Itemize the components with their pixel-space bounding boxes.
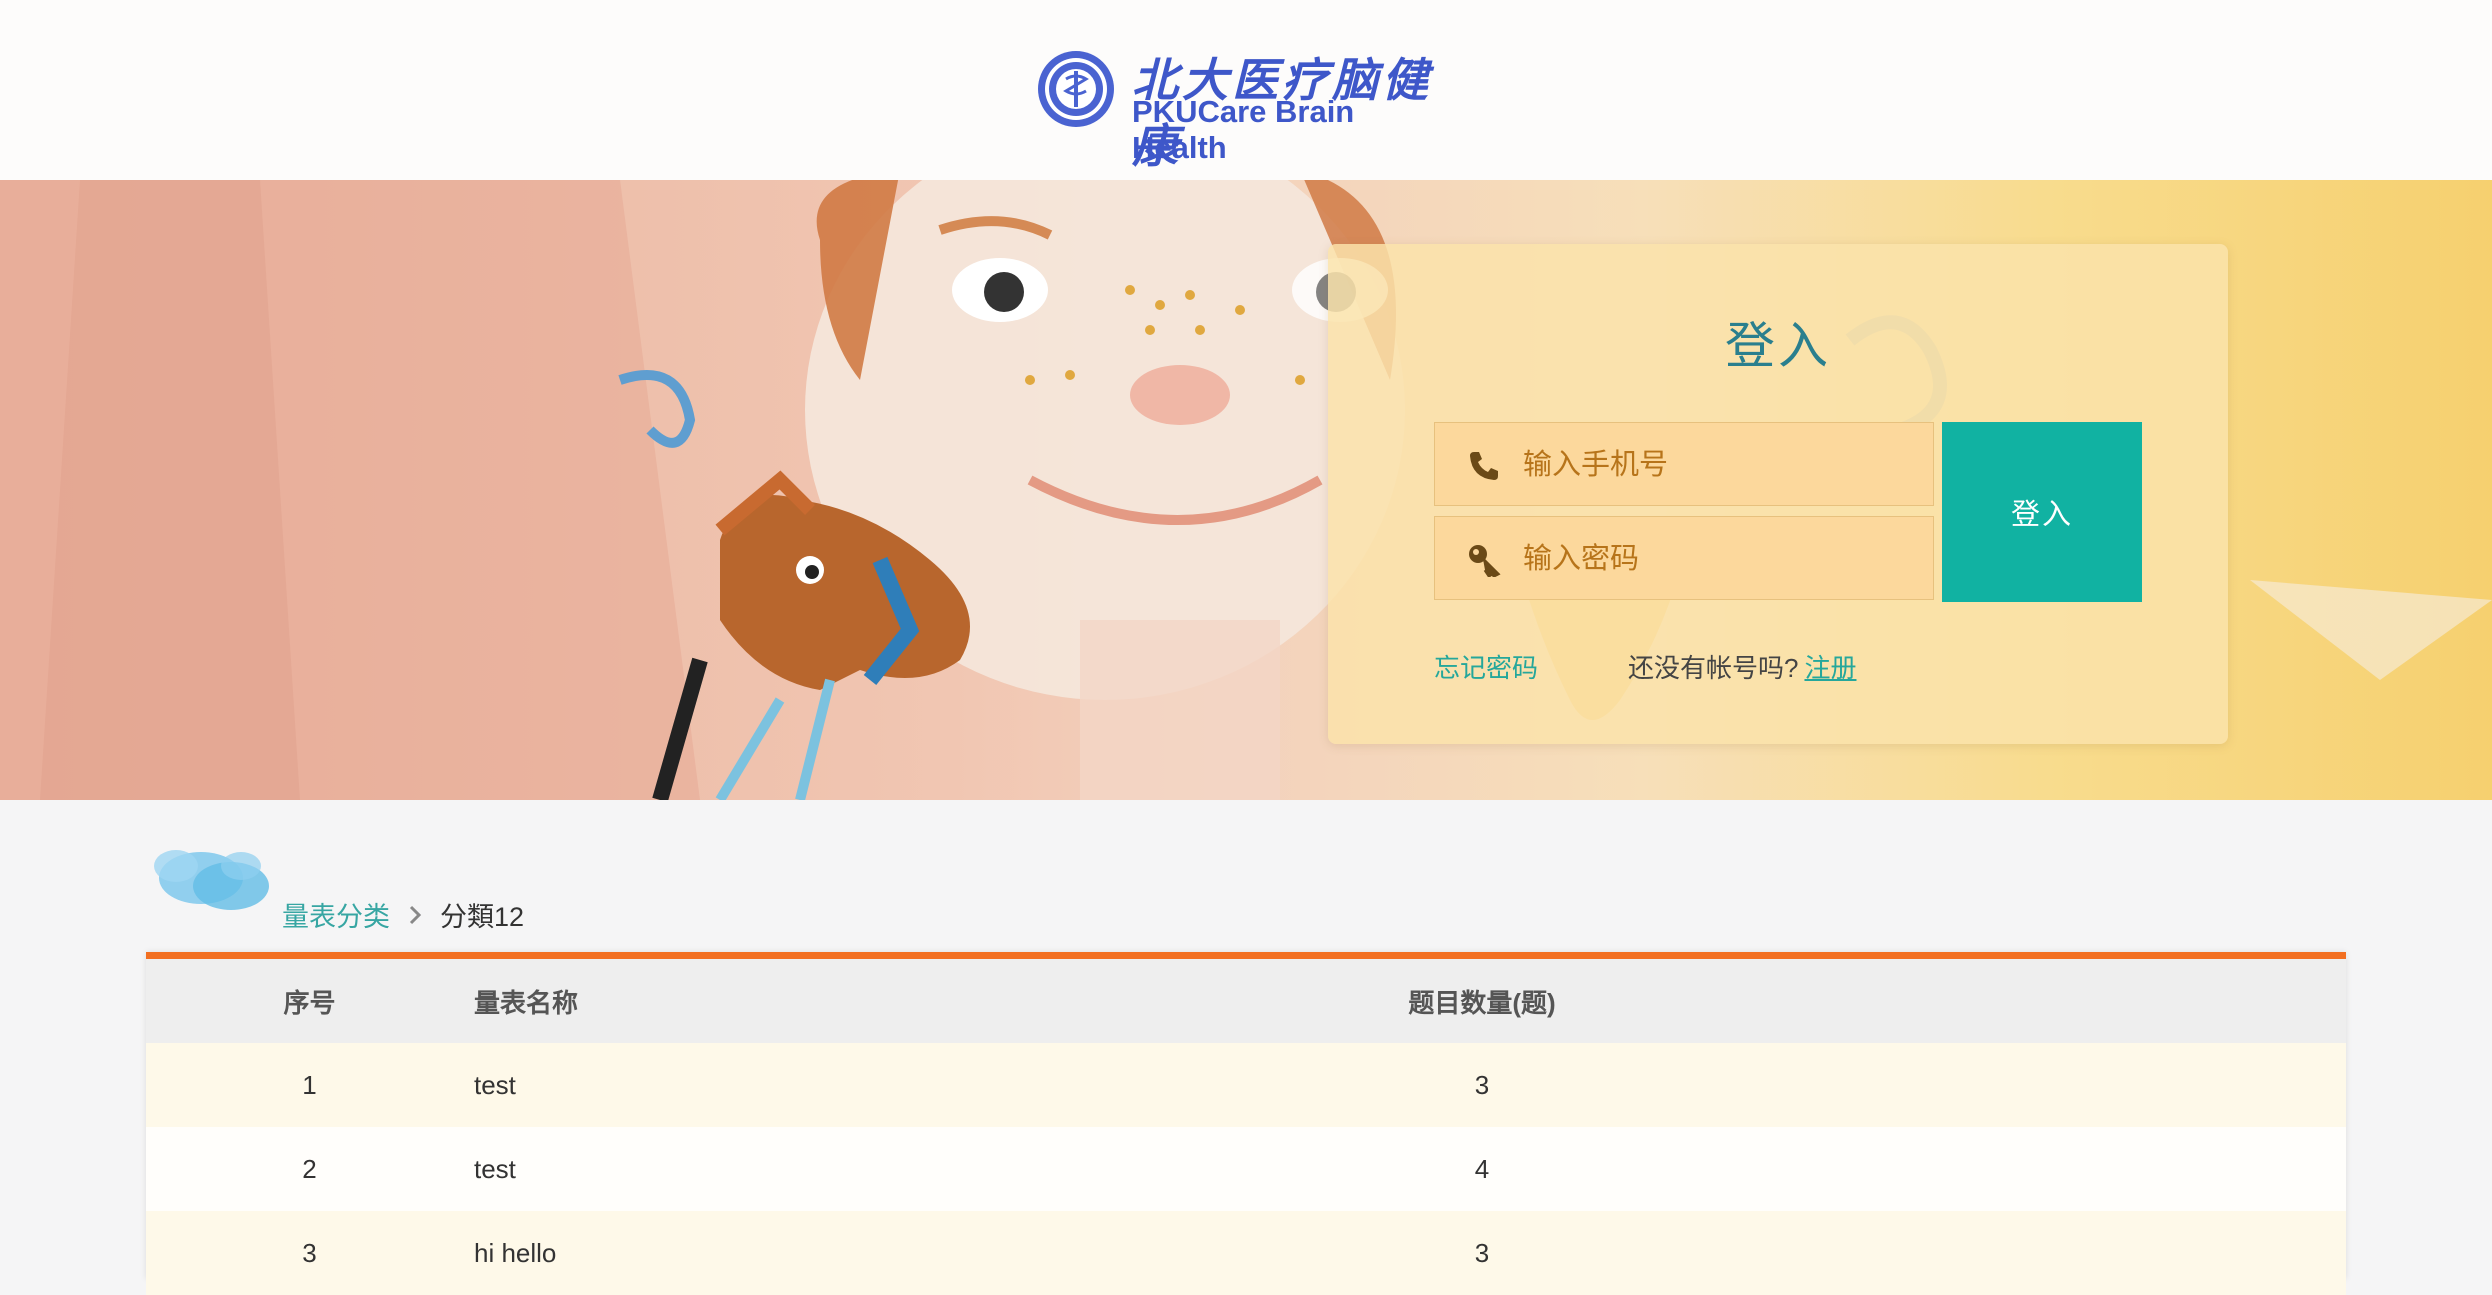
site-logo[interactable]: 北大医疗脑健康 PKUCare Brain Health: [1036, 44, 1456, 173]
password-input[interactable]: [1521, 517, 1925, 601]
column-header-count-label: 题目数量(题): [1408, 987, 1556, 1018]
row-index: 1: [146, 1043, 473, 1127]
row-question-count: 3: [1361, 1211, 2346, 1295]
column-header-count: 题目数量(题): [1361, 959, 2346, 1043]
phone-field[interactable]: [1434, 422, 1934, 507]
phone-input[interactable]: [1521, 423, 1925, 507]
phone-icon: [1470, 452, 1498, 480]
breadcrumb-parent-link[interactable]: 量表分类: [282, 895, 390, 934]
seal-logo-icon: [1038, 51, 1114, 127]
login-button[interactable]: 登入: [1942, 422, 2142, 602]
row-question-count: 4: [1361, 1127, 2346, 1211]
chevron-right-icon: [409, 905, 422, 924]
scale-table: 序号 量表名称 题目数量(题) 1 test 3 2 test 4 3 hi h…: [146, 952, 2346, 1295]
column-header-index: 序号: [146, 959, 473, 1043]
row-question-count-value: 3: [1474, 1069, 1490, 1100]
password-field[interactable]: [1434, 516, 1934, 601]
breadcrumb: 量表分类 分類12: [282, 895, 524, 934]
column-header-name: 量表名称: [473, 959, 1361, 1043]
table-row[interactable]: 2 test 4: [146, 1127, 2346, 1211]
row-question-count: 3: [1361, 1043, 2346, 1127]
register-link[interactable]: 注册: [1804, 653, 1856, 683]
register-prompt: 还没有帐号吗? 注册: [1628, 648, 1856, 685]
no-account-text: 还没有帐号吗?: [1628, 653, 1799, 683]
row-index: 2: [146, 1127, 473, 1211]
row-question-count-value: 4: [1474, 1153, 1490, 1184]
row-scale-name[interactable]: test: [473, 1043, 1361, 1127]
login-title: 登入: [1725, 318, 1831, 374]
site-header: 北大医疗脑健康 PKUCare Brain Health: [0, 0, 2492, 181]
row-index: 3: [146, 1211, 473, 1295]
row-scale-name[interactable]: test: [473, 1127, 1361, 1211]
logo-english-text: PKUCare Brain Health: [1132, 94, 1355, 165]
table-header-row: 序号 量表名称 题目数量(题): [146, 959, 2346, 1043]
row-question-count-value: 3: [1474, 1237, 1490, 1268]
key-icon: [1469, 545, 1501, 577]
cloud-icon: [154, 850, 269, 910]
forgot-password-link[interactable]: 忘记密码: [1434, 648, 1538, 685]
table-row[interactable]: 1 test 3: [146, 1043, 2346, 1127]
breadcrumb-current: 分類12: [440, 902, 525, 932]
table-row[interactable]: 3 hi hello 3: [146, 1211, 2346, 1295]
login-card: 登入 登入 忘记密码 还没有帐号吗?注册: [1328, 244, 2228, 744]
row-scale-name[interactable]: hi hello: [473, 1211, 1361, 1295]
